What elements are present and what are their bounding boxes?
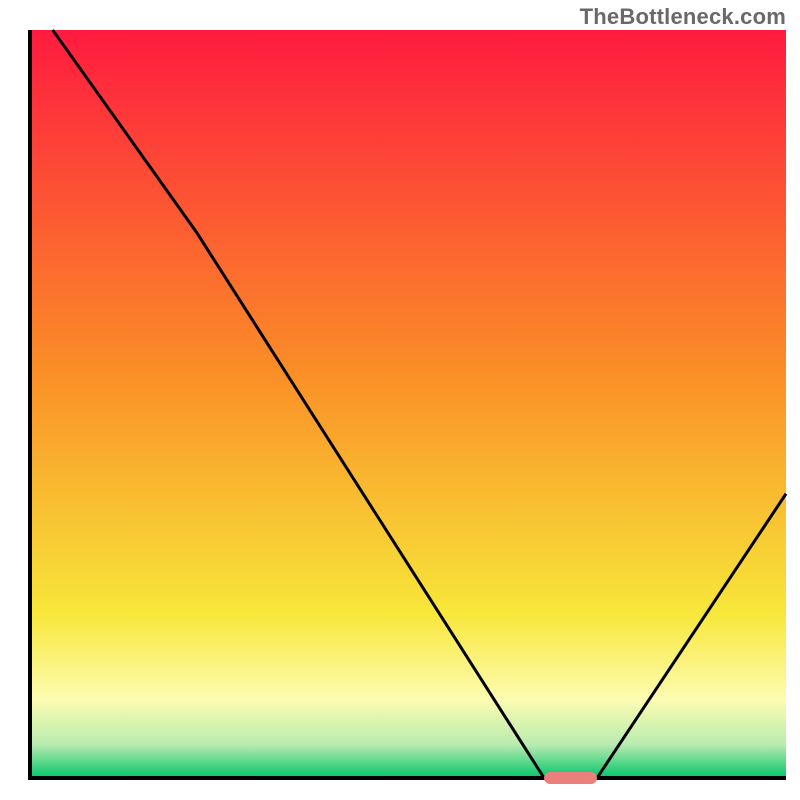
chart-container: TheBottleneck.com	[0, 0, 800, 800]
attribution-text: TheBottleneck.com	[580, 4, 786, 30]
bottleneck-chart	[0, 0, 800, 800]
optimal-range-marker	[544, 772, 597, 784]
